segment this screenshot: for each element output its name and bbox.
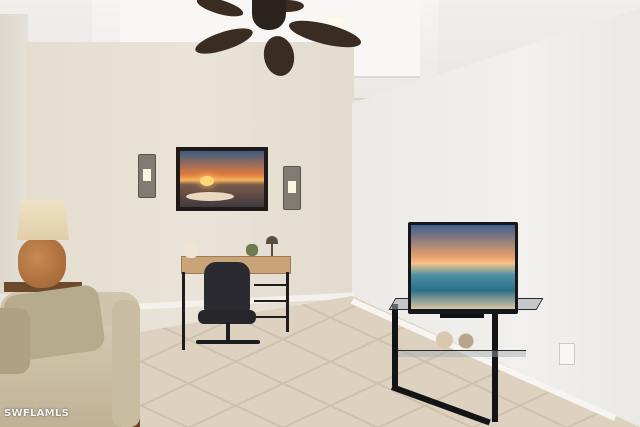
desk-plant (246, 244, 258, 256)
table-lamp-shade (17, 200, 69, 240)
desk-leg (182, 272, 185, 350)
desk-leg (286, 272, 289, 332)
table-lamp-base (18, 238, 66, 288)
tv-stand-glass-shelf (398, 350, 526, 357)
wall-sconce-left (138, 154, 156, 198)
desk-shelf (254, 300, 288, 302)
tv-stand-post (392, 304, 398, 386)
painting-shore (186, 192, 234, 201)
watermark-text: SWFLAMLS (4, 408, 70, 419)
tv-stand-post (492, 312, 498, 422)
office-chair-back (204, 262, 250, 314)
fan-hub (252, 0, 286, 30)
desk-lamp (266, 236, 278, 244)
painting-sun (200, 176, 214, 186)
power-outlet (559, 343, 575, 365)
room-photo: SWFLAMLS (0, 0, 640, 427)
decor-shells (430, 330, 478, 350)
wall-sconce-right (283, 166, 301, 210)
office-chair-post (226, 322, 230, 342)
tv-screen (411, 225, 515, 309)
desk-shelf (254, 284, 288, 286)
sofa-arm (112, 300, 140, 427)
desk-shelf (254, 316, 288, 318)
desk-vase (184, 242, 198, 258)
office-chair-base (196, 340, 260, 344)
sofa-pillow (0, 308, 30, 374)
desk-lamp-stem (271, 244, 273, 256)
